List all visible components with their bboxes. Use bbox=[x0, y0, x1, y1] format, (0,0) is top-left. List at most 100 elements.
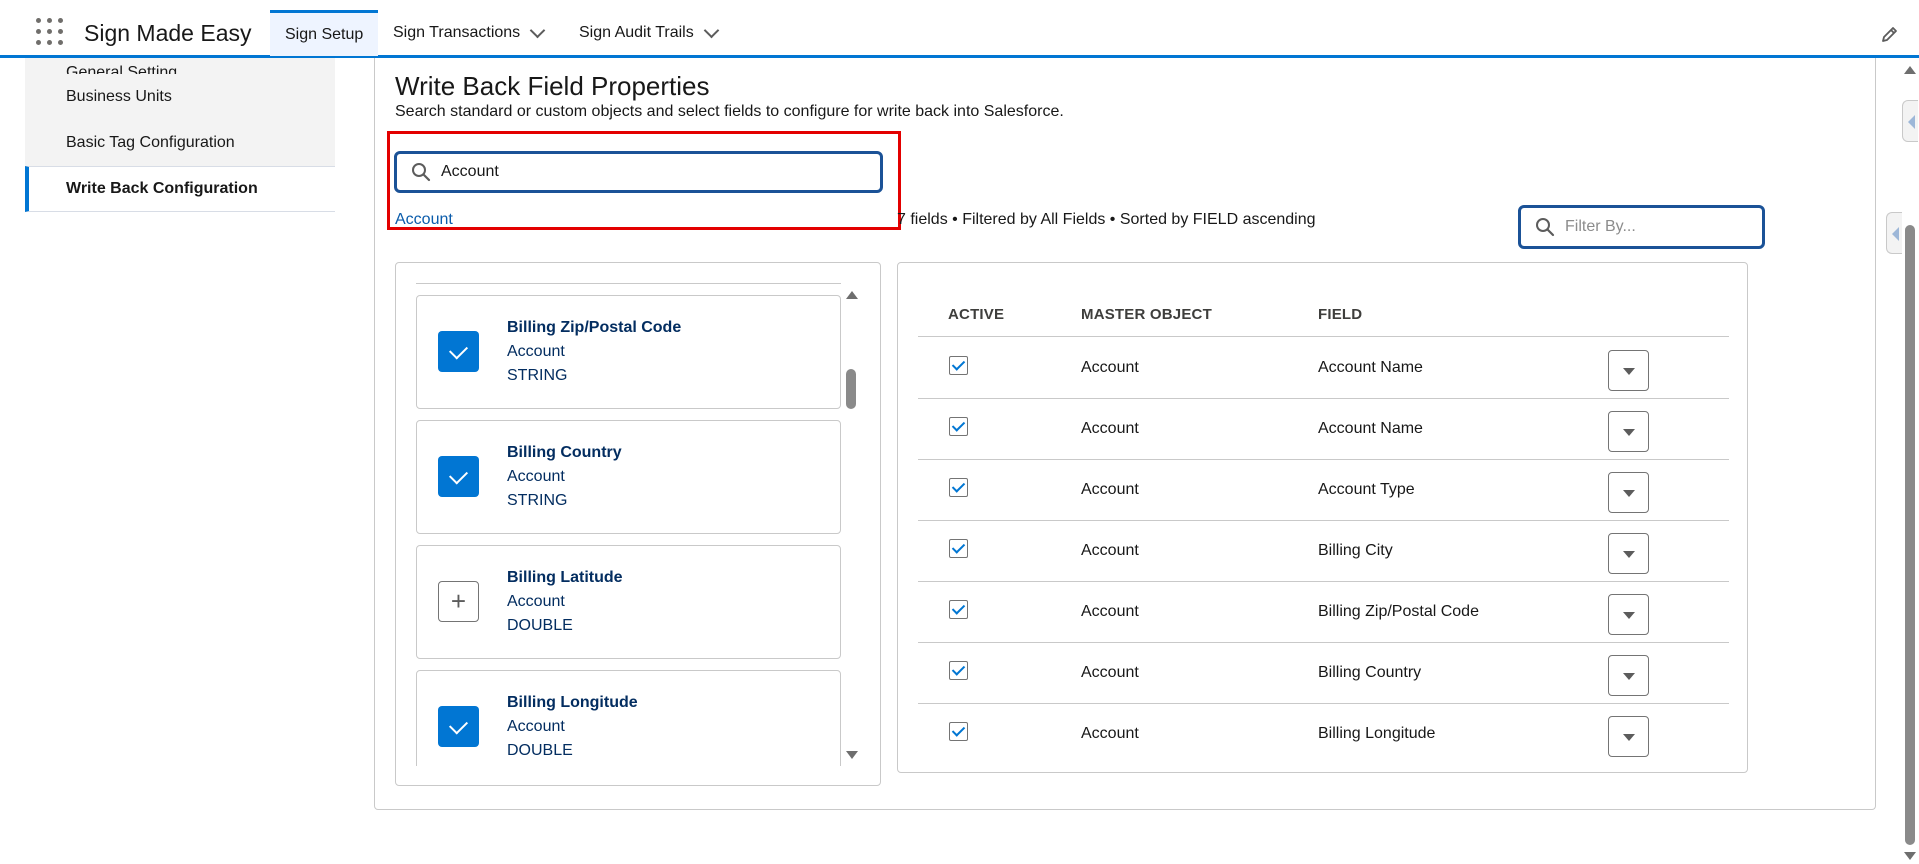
page-title: Write Back Field Properties bbox=[395, 71, 710, 101]
field-name: Billing Country bbox=[507, 444, 622, 461]
field-name: Billing Zip/Postal Code bbox=[507, 319, 682, 336]
field-object: Account bbox=[507, 593, 565, 610]
results-summary: 7 fields • Filtered by All Fields • Sort… bbox=[897, 211, 1316, 229]
table-row: Account Account Name bbox=[918, 338, 1729, 399]
sidebar-item-business-units[interactable]: Business Units bbox=[25, 74, 335, 120]
list-scrollbar-thumb[interactable] bbox=[846, 369, 856, 409]
scroll-down-arrow-icon[interactable] bbox=[846, 751, 858, 759]
dropdown-icon[interactable] bbox=[1608, 350, 1649, 391]
results-summary-text: 7 fields • Filtered by All Fields • Sort… bbox=[897, 211, 1316, 228]
column-header-active[interactable]: ACTIVE bbox=[948, 306, 1004, 323]
dropdown-icon[interactable] bbox=[1608, 655, 1649, 696]
tab-label: Sign Audit Trails bbox=[579, 24, 694, 41]
field-cell: Billing Country bbox=[1318, 664, 1422, 681]
active-checkbox[interactable] bbox=[949, 417, 968, 436]
filter-input[interactable] bbox=[1565, 218, 1755, 236]
field-type: STRING bbox=[507, 367, 568, 384]
tab-sign-transactions[interactable]: Sign Transactions bbox=[378, 10, 558, 56]
field-type: DOUBLE bbox=[507, 742, 573, 759]
active-checkbox[interactable] bbox=[949, 661, 968, 680]
dropdown-icon[interactable] bbox=[1608, 411, 1649, 452]
filter-box[interactable] bbox=[1518, 205, 1765, 249]
field-type: STRING bbox=[507, 492, 568, 509]
tab-label: Sign Setup bbox=[285, 25, 364, 43]
available-fields-panel: Billing Zip/Postal Code Account STRING B… bbox=[395, 262, 881, 786]
field-type: DOUBLE bbox=[507, 617, 573, 634]
field-cell: Billing City bbox=[1318, 542, 1393, 559]
table-row: Account Billing Longitude bbox=[918, 704, 1729, 765]
active-checkbox[interactable] bbox=[949, 600, 968, 619]
active-checkbox[interactable] bbox=[949, 356, 968, 375]
search-icon bbox=[412, 163, 431, 182]
dropdown-icon[interactable] bbox=[1608, 594, 1649, 635]
object-search-box[interactable] bbox=[394, 151, 883, 193]
column-header-master-object[interactable]: MASTER OBJECT bbox=[1081, 306, 1212, 323]
page-scroll-down-arrow-icon[interactable] bbox=[1904, 852, 1916, 860]
search-suggestion-link[interactable]: Account bbox=[395, 211, 453, 229]
master-object-cell: Account bbox=[1081, 359, 1139, 376]
active-checkbox[interactable] bbox=[949, 478, 968, 497]
panel-toggle-handle[interactable] bbox=[1902, 100, 1918, 142]
field-list[interactable]: Billing Zip/Postal Code Account STRING B… bbox=[416, 263, 841, 766]
checkmark-icon[interactable] bbox=[438, 331, 479, 372]
master-object-cell: Account bbox=[1081, 542, 1139, 559]
search-icon bbox=[1536, 218, 1555, 237]
panel-toggle-handle[interactable] bbox=[1886, 212, 1902, 254]
list-divider bbox=[416, 283, 841, 284]
table-row: Account Billing Country bbox=[918, 643, 1729, 704]
master-object-cell: Account bbox=[1081, 481, 1139, 498]
tab-sign-audit-trails[interactable]: Sign Audit Trails bbox=[564, 10, 732, 56]
table-row: Account Account Type bbox=[918, 460, 1729, 521]
chevron-down-icon[interactable] bbox=[529, 22, 546, 38]
page-description: Search standard or custom objects and se… bbox=[395, 103, 1064, 120]
tab-label: Sign Transactions bbox=[393, 24, 521, 41]
checkmark-icon[interactable] bbox=[438, 456, 479, 497]
setup-sidebar: General Setting Business Units Basic Tag… bbox=[25, 58, 335, 212]
master-object-cell: Account bbox=[1081, 664, 1139, 681]
table-row: Account Billing Zip/Postal Code bbox=[918, 582, 1729, 643]
table-row: Account Account Name bbox=[918, 399, 1729, 460]
sidebar-item-label: Write Back Configuration bbox=[66, 180, 258, 197]
field-card[interactable]: + Billing Latitude Account DOUBLE bbox=[416, 545, 841, 659]
sidebar-item-label: Basic Tag Configuration bbox=[66, 134, 235, 151]
field-card[interactable]: Billing Country Account STRING bbox=[416, 420, 841, 534]
sidebar-item-general-setting[interactable]: General Setting bbox=[25, 58, 335, 74]
object-search-input[interactable] bbox=[441, 163, 841, 181]
field-cell: Billing Zip/Postal Code bbox=[1318, 603, 1479, 620]
field-object: Account bbox=[507, 468, 565, 485]
master-object-cell: Account bbox=[1081, 420, 1139, 437]
field-cell: Account Name bbox=[1318, 359, 1423, 376]
edit-icon[interactable] bbox=[1880, 24, 1900, 44]
checkmark-icon[interactable] bbox=[438, 706, 479, 747]
sidebar-item-basic-tag-configuration[interactable]: Basic Tag Configuration bbox=[25, 120, 335, 166]
table-header: ACTIVE MASTER OBJECT FIELD bbox=[918, 293, 1729, 337]
column-header-field[interactable]: FIELD bbox=[1318, 306, 1362, 323]
active-checkbox[interactable] bbox=[949, 722, 968, 741]
dropdown-icon[interactable] bbox=[1608, 533, 1649, 574]
master-object-cell: Account bbox=[1081, 725, 1139, 742]
table-row: Account Billing City bbox=[918, 521, 1729, 582]
chevron-down-icon[interactable] bbox=[703, 22, 720, 38]
app-launcher-icon[interactable] bbox=[36, 18, 64, 46]
dropdown-icon[interactable] bbox=[1608, 472, 1649, 513]
field-object: Account bbox=[507, 718, 565, 735]
scroll-up-arrow-icon[interactable] bbox=[846, 291, 858, 299]
active-checkbox[interactable] bbox=[949, 539, 968, 558]
dropdown-icon[interactable] bbox=[1608, 716, 1649, 757]
sidebar-item-write-back-configuration[interactable]: Write Back Configuration bbox=[25, 166, 335, 212]
field-object: Account bbox=[507, 343, 565, 360]
app-name: Sign Made Easy bbox=[84, 20, 252, 46]
field-card[interactable]: Billing Longitude Account DOUBLE bbox=[416, 670, 841, 766]
tab-sign-setup[interactable]: Sign Setup bbox=[270, 10, 379, 56]
field-card[interactable]: Billing Zip/Postal Code Account STRING bbox=[416, 295, 841, 409]
sidebar-item-label: Business Units bbox=[66, 88, 172, 105]
field-cell: Account Name bbox=[1318, 420, 1423, 437]
field-name: Billing Latitude bbox=[507, 569, 623, 586]
page-scroll-up-arrow-icon[interactable] bbox=[1904, 66, 1916, 74]
sidebar-item-label: General Setting bbox=[66, 64, 178, 74]
field-cell: Account Type bbox=[1318, 481, 1415, 498]
add-icon[interactable]: + bbox=[438, 581, 479, 622]
field-cell: Billing Longitude bbox=[1318, 725, 1436, 742]
page-scrollbar-thumb[interactable] bbox=[1905, 225, 1915, 845]
global-navigation-bar: Sign Made Easy Sign Setup Sign Transacti… bbox=[0, 0, 1919, 58]
